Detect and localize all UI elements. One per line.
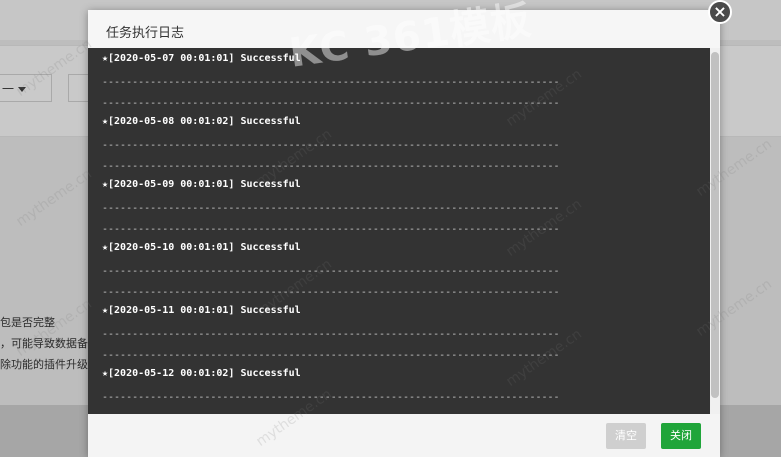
log-list: ★[2020-05-07 00:01:01] Successful ------… [102,51,702,414]
log-separator: ----------------------------------------… [102,98,560,109]
scrollbar-thumb[interactable] [711,52,719,398]
log-separator: ----------------------------------------… [102,203,560,214]
background-line: 除功能的插件升级 [0,358,88,371]
log-separator: ----------------------------------------… [102,329,560,340]
log-entry: ★[2020-05-11 00:01:01] Successful ------… [102,303,702,366]
log-separator: ----------------------------------------… [102,77,560,88]
log-separator: ----------------------------------------… [102,392,560,403]
dialog-footer: 清空 关闭 [88,414,720,457]
log-line: ★[2020-05-11 00:01:01] Successful [102,305,301,316]
log-separator: ----------------------------------------… [102,287,560,298]
dialog-title: 任务执行日志 [106,26,185,41]
log-scrollbar[interactable] [710,48,720,414]
log-separator: ----------------------------------------… [102,266,560,277]
log-entry: ★[2020-05-08 00:01:02] Successful ------… [102,114,702,177]
close-button[interactable]: 关闭 [661,423,701,449]
log-line: ★[2020-05-09 00:01:01] Successful [102,179,301,190]
log-separator: ----------------------------------------… [102,350,560,361]
log-output[interactable]: ★[2020-05-07 00:01:01] Successful ------… [88,48,710,414]
log-line: ★[2020-05-10 00:01:01] Successful [102,242,301,253]
log-separator: ----------------------------------------… [102,140,560,151]
close-icon[interactable]: × [708,0,732,24]
clear-button[interactable]: 清空 [606,423,646,449]
log-line: ★[2020-05-08 00:01:02] Successful [102,116,301,127]
log-separator: ----------------------------------------… [102,224,560,235]
task-log-dialog: 任务执行日志 ★[2020-05-07 00:01:01] Successful… [88,10,720,457]
log-entry: ★[2020-05-10 00:01:01] Successful ------… [102,240,702,303]
background-select-value: 一 [2,82,15,96]
log-separator: ----------------------------------------… [102,161,560,172]
log-line: ★[2020-05-12 00:01:02] Successful [102,368,301,379]
log-entry: ★[2020-05-12 00:01:02] Successful ------… [102,366,702,414]
background-input [68,74,90,102]
log-entry: ★[2020-05-09 00:01:01] Successful ------… [102,177,702,240]
